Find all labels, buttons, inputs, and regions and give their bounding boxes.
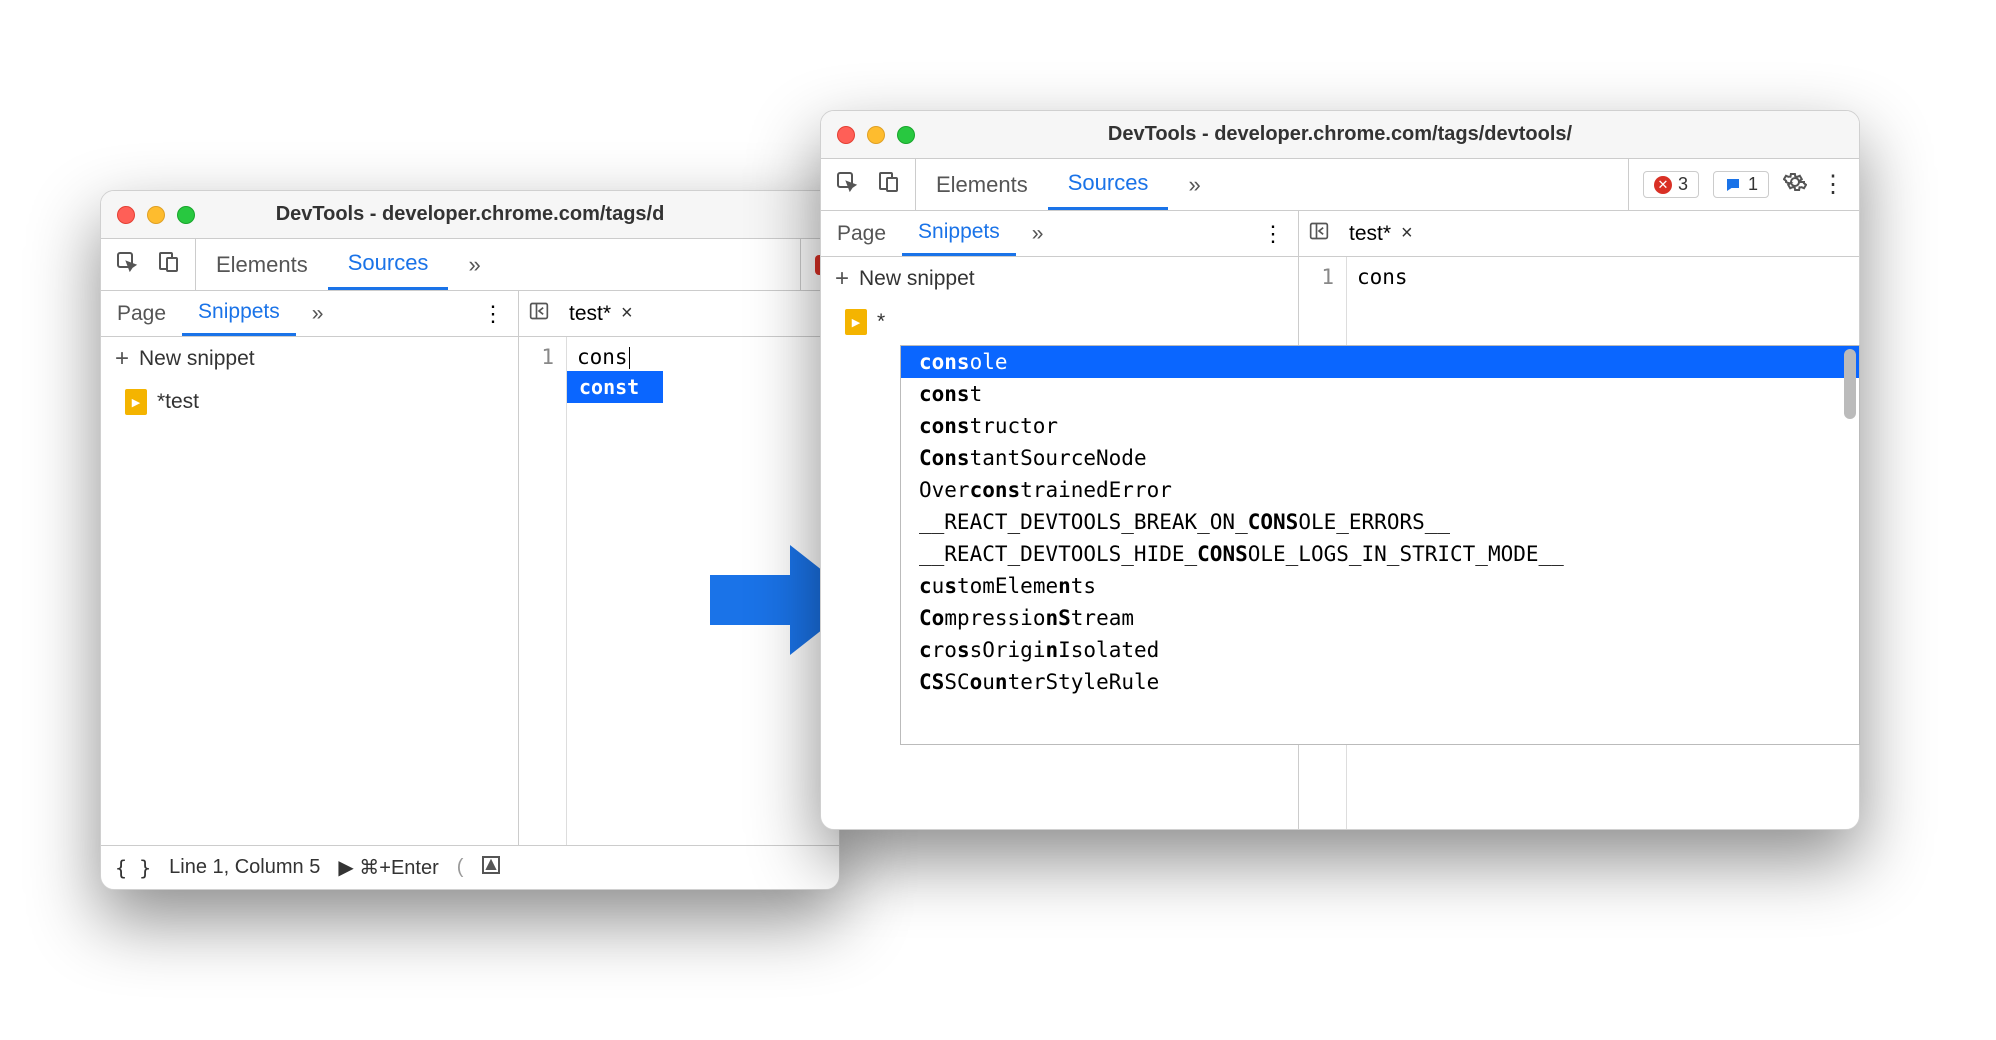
traffic-lights bbox=[117, 206, 195, 224]
minimize-window-button[interactable] bbox=[147, 206, 165, 224]
inspect-icon[interactable] bbox=[115, 250, 139, 280]
minimize-window-button[interactable] bbox=[867, 126, 885, 144]
coverage-icon[interactable]: ( bbox=[457, 856, 464, 879]
file-tab-name: test* bbox=[1349, 222, 1391, 246]
titlebar: DevTools - developer.chrome.com/tags/d bbox=[101, 191, 839, 239]
snippets-sidebar: + New snippet *test bbox=[101, 337, 519, 845]
window-title: DevTools - developer.chrome.com/tags/dev… bbox=[821, 123, 1859, 146]
autocomplete-item[interactable]: ConstantSourceNode bbox=[901, 442, 1859, 474]
new-snippet-button[interactable]: + New snippet bbox=[821, 257, 1298, 301]
nav-panel-toggle-icon[interactable] bbox=[1309, 221, 1329, 247]
snippet-file-icon bbox=[125, 389, 147, 415]
subtab-page[interactable]: Page bbox=[821, 211, 902, 256]
kebab-menu-icon[interactable]: ⋮ bbox=[1262, 221, 1284, 247]
subtab-snippets[interactable]: Snippets bbox=[902, 211, 1016, 256]
autocomplete-item[interactable]: console bbox=[901, 346, 1859, 378]
tab-elements[interactable]: Elements bbox=[916, 159, 1048, 210]
device-toggle-icon[interactable] bbox=[877, 170, 901, 200]
plus-icon: + bbox=[115, 345, 129, 373]
close-tab-icon[interactable]: × bbox=[621, 302, 633, 325]
kebab-menu-icon[interactable]: ⋮ bbox=[1821, 170, 1845, 199]
code-line: cons bbox=[577, 345, 630, 369]
snippet-name: * bbox=[877, 310, 885, 334]
autocomplete-item[interactable]: OverconstrainedError bbox=[901, 474, 1859, 506]
plus-icon: + bbox=[835, 265, 849, 293]
traffic-lights bbox=[837, 126, 915, 144]
autocomplete-item[interactable]: constructor bbox=[901, 410, 1859, 442]
run-snippet-button[interactable]: ▶ ⌘+Enter bbox=[338, 855, 438, 880]
autocomplete-item[interactable]: __REACT_DEVTOOLS_BREAK_ON_CONSOLE_ERRORS… bbox=[901, 506, 1859, 538]
close-tab-icon[interactable]: × bbox=[1401, 222, 1413, 245]
autocomplete-item[interactable]: crossOriginIsolated bbox=[901, 634, 1859, 666]
maximize-window-button[interactable] bbox=[177, 206, 195, 224]
window-title: DevTools - developer.chrome.com/tags/d bbox=[101, 203, 839, 226]
snippet-item[interactable]: *test bbox=[101, 381, 518, 423]
editor-statusbar: { } Line 1, Column 5 ▶ ⌘+Enter ( bbox=[101, 845, 839, 889]
tab-sources[interactable]: Sources bbox=[328, 239, 449, 290]
nav-panel-toggle-icon[interactable] bbox=[529, 301, 549, 327]
pretty-print-icon[interactable]: { } bbox=[115, 856, 151, 880]
close-window-button[interactable] bbox=[117, 206, 135, 224]
autocomplete-popup[interactable]: const bbox=[567, 371, 663, 403]
autocomplete-popup-large[interactable]: consoleconstconstructorConstantSourceNod… bbox=[900, 345, 1860, 745]
subtab-snippets[interactable]: Snippets bbox=[182, 291, 296, 336]
close-window-button[interactable] bbox=[837, 126, 855, 144]
snippet-file-icon bbox=[845, 309, 867, 335]
sources-subtoolbar: Page Snippets » ⋮ test* × bbox=[101, 291, 839, 337]
autocomplete-item[interactable]: customElements bbox=[901, 570, 1859, 602]
file-tab-name: test* bbox=[569, 302, 611, 326]
subtab-page[interactable]: Page bbox=[101, 291, 182, 336]
breakpoint-panel-icon[interactable] bbox=[481, 855, 501, 881]
subtabs-overflow-icon[interactable]: » bbox=[1016, 211, 1060, 256]
tab-sources[interactable]: Sources bbox=[1048, 159, 1169, 210]
scrollbar-thumb[interactable] bbox=[1844, 349, 1856, 419]
kebab-menu-icon[interactable]: ⋮ bbox=[482, 301, 504, 327]
snippet-item[interactable]: * bbox=[821, 301, 1298, 343]
line-gutter: 1 bbox=[519, 337, 567, 845]
tabs-overflow-icon[interactable]: » bbox=[448, 239, 500, 290]
error-badge[interactable]: ✕3 bbox=[1643, 171, 1699, 198]
file-tab[interactable]: test* × bbox=[561, 298, 641, 330]
autocomplete-item[interactable]: __REACT_DEVTOOLS_HIDE_CONSOLE_LOGS_IN_ST… bbox=[901, 538, 1859, 570]
new-snippet-button[interactable]: + New snippet bbox=[101, 337, 518, 381]
cursor-position: Line 1, Column 5 bbox=[169, 856, 320, 879]
sources-subtoolbar: Page Snippets » ⋮ test* × bbox=[821, 211, 1859, 257]
device-toggle-icon[interactable] bbox=[157, 250, 181, 280]
maximize-window-button[interactable] bbox=[897, 126, 915, 144]
settings-gear-icon[interactable] bbox=[1783, 170, 1807, 200]
autocomplete-item[interactable]: CompressionStream bbox=[901, 602, 1859, 634]
file-tab[interactable]: test* × bbox=[1341, 218, 1421, 250]
autocomplete-item[interactable]: CSSCounterStyleRule bbox=[901, 666, 1859, 698]
main-toolbar: Elements Sources » ✕3 1 ⋮ bbox=[821, 159, 1859, 211]
inspect-icon[interactable] bbox=[835, 170, 859, 200]
subtabs-overflow-icon[interactable]: » bbox=[296, 291, 340, 336]
autocomplete-item[interactable]: const bbox=[901, 378, 1859, 410]
titlebar: DevTools - developer.chrome.com/tags/dev… bbox=[821, 111, 1859, 159]
tab-elements[interactable]: Elements bbox=[196, 239, 328, 290]
tabs-overflow-icon[interactable]: » bbox=[1168, 159, 1220, 210]
main-toolbar: Elements Sources » bbox=[101, 239, 839, 291]
info-badge[interactable]: 1 bbox=[1713, 171, 1769, 198]
snippet-name: *test bbox=[157, 390, 199, 414]
code-line: cons bbox=[1357, 265, 1408, 289]
